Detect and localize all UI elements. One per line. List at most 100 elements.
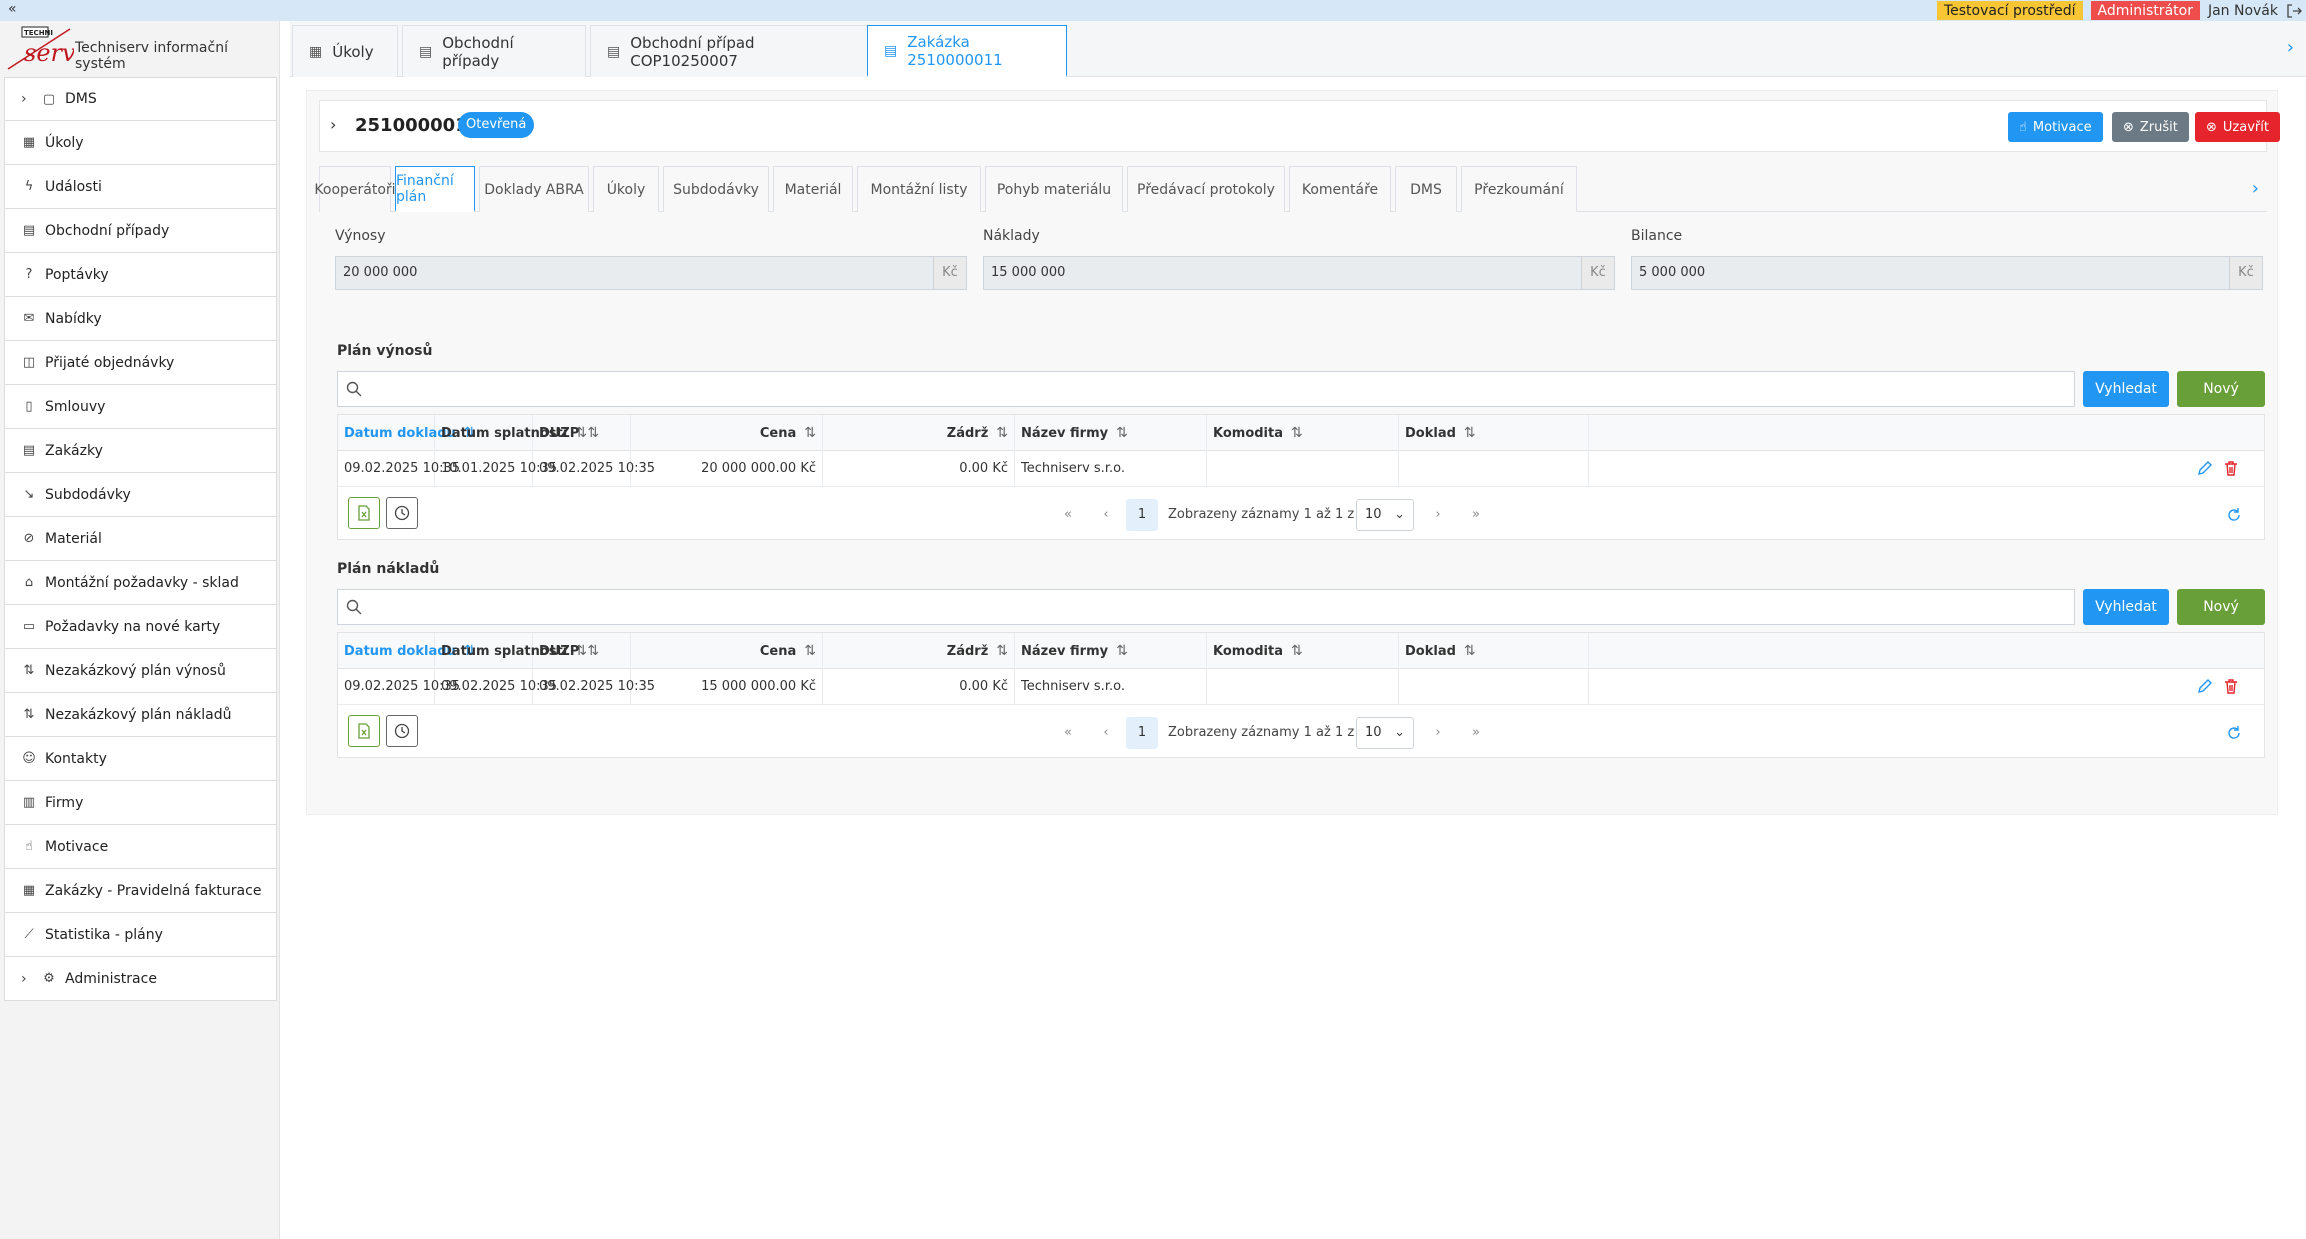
expand-chevron-icon[interactable]: › [330, 115, 336, 134]
refresh-icon[interactable] [2226, 725, 2242, 741]
sidebar-item-pozadavky-karty[interactable]: ▭ Požadavky na nové karty [4, 605, 277, 649]
col-doklad[interactable]: Doklad ⇅ [1399, 633, 1589, 669]
logout-icon[interactable] [2286, 3, 2302, 19]
tab-predavaci-protokoly[interactable]: Předávací protokoly [1127, 166, 1285, 212]
table-row[interactable]: 09.02.2025 10:35 10.01.2025 10:35 09.02.… [338, 451, 2264, 487]
edit-pencil-icon[interactable] [2196, 677, 2214, 695]
edit-pencil-icon[interactable] [2196, 459, 2214, 477]
export-excel-button[interactable] [348, 497, 380, 529]
next-page-icon[interactable]: › [1430, 717, 1446, 749]
sidebar-item-udalosti[interactable]: ϟ Události [4, 165, 277, 209]
sidebar-item-nabidky[interactable]: ✉ Nabídky [4, 297, 277, 341]
col-datum-splatnosti[interactable]: Datum splatnosti ⇅ [435, 633, 587, 669]
col-cena[interactable]: Cena ⇅ [631, 633, 823, 669]
sidebar-item-prijate-objednavky[interactable]: ◫ Přijaté objednávky [4, 341, 277, 385]
col-datum-splatnosti[interactable]: Datum splatnosti ⇅ [435, 415, 587, 451]
first-page-icon[interactable]: « [1058, 717, 1078, 749]
page-number-current[interactable]: 1 [1126, 717, 1158, 749]
tab-komentare[interactable]: Komentáře [1289, 166, 1391, 212]
tab-material[interactable]: Materiál [773, 166, 853, 212]
clipboard-icon: ▤ [22, 443, 36, 458]
page-size-select[interactable]: 10 ⌄ [1356, 717, 1414, 749]
cost-search-button[interactable]: Vyhledat [2083, 589, 2169, 625]
col-duzp[interactable]: DUZP ⇅ [533, 415, 631, 451]
revenue-new-button[interactable]: Nový [2177, 371, 2265, 407]
col-komodita[interactable]: Komodita ⇅ [1207, 633, 1399, 669]
delete-trash-icon[interactable] [2222, 459, 2240, 477]
tab-obchodni-pripady[interactable]: ▤ Obchodní případy [402, 25, 586, 77]
tabs-scroll-right-icon[interactable]: › [2287, 37, 2294, 58]
tab-prezkoumani[interactable]: Přezkoumání [1461, 166, 1577, 212]
col-label: Komodita [1213, 644, 1284, 659]
page-size-select[interactable]: 10 ⌄ [1356, 499, 1414, 531]
tab-financni-plan[interactable]: Finanční plán [395, 166, 475, 212]
tab-dms[interactable]: DMS [1395, 166, 1457, 212]
col-datum-dokladu[interactable]: Datum dokladu ⇅ [338, 633, 476, 669]
sidebar-item-material[interactable]: ⊘ Materiál [4, 517, 277, 561]
history-button[interactable] [386, 497, 418, 529]
role-badge: Administrátor [2090, 1, 2200, 20]
sidebar-item-obchodni-pripady[interactable]: ▤ Obchodní případy [4, 209, 277, 253]
sidebar-item-montazni-pozadavky[interactable]: ⌂ Montážní požadavky - sklad [4, 561, 277, 605]
col-zadrz[interactable]: Zádrž ⇅ [823, 633, 1015, 669]
bilance-input[interactable]: 5 000 000 Kč [1631, 256, 2263, 290]
sidebar-item-poptavky[interactable]: ? Poptávky [4, 253, 277, 297]
tabs-scroll-right-icon[interactable]: › [2252, 178, 2259, 199]
motivace-button[interactable]: ☝ Motivace [2008, 112, 2103, 142]
brand[interactable]: TECHNI serv Techniserv informační systém [0, 21, 280, 75]
sidebar-item-ukoly[interactable]: ▦ Úkoly [4, 121, 277, 165]
tab-kooperatori[interactable]: Kooperátoři [314, 166, 396, 212]
prev-page-icon[interactable]: ‹ [1098, 717, 1114, 749]
tab-zakazka-2510000011[interactable]: ▤ Zakázka 2510000011 [867, 25, 1067, 77]
tab-doklady-abra[interactable]: Doklady ABRA [479, 166, 589, 212]
cost-new-button[interactable]: Nový [2177, 589, 2265, 625]
sidebar-item-zakazky[interactable]: ▤ Zakázky [4, 429, 277, 473]
naklady-input[interactable]: 15 000 000 Kč [983, 256, 1615, 290]
tab-obchodni-pripad-cop10250007[interactable]: ▤ Obchodní případ COP10250007 [590, 25, 873, 77]
tab-montazni-listy[interactable]: Montážní listy [857, 166, 981, 212]
col-zadrz[interactable]: Zádrž ⇅ [823, 415, 1015, 451]
last-page-icon[interactable]: » [1466, 717, 1486, 749]
col-datum-dokladu[interactable]: Datum dokladu ⇅ [338, 415, 476, 451]
col-duzp[interactable]: DUZP ⇅ [533, 633, 631, 669]
refresh-icon[interactable] [2226, 507, 2242, 523]
tab-subdodavky[interactable]: Subdodávky [663, 166, 769, 212]
history-button[interactable] [386, 715, 418, 747]
uzavrit-button[interactable]: ⊗ Uzavřít [2195, 112, 2280, 142]
col-nazev-firmy[interactable]: Název firmy ⇅ [1015, 633, 1207, 669]
prev-page-icon[interactable]: ‹ [1098, 499, 1114, 531]
page-number-current[interactable]: 1 [1126, 499, 1158, 531]
tab-ukoly[interactable]: Úkoly [593, 166, 659, 212]
sidebar-item-pravidelna-fakturace[interactable]: ▦ Zakázky - Pravidelná fakturace [4, 869, 277, 913]
col-doklad[interactable]: Doklad ⇅ [1399, 415, 1589, 451]
next-page-icon[interactable]: › [1430, 499, 1446, 531]
user-name[interactable]: Jan Novák [2208, 3, 2278, 19]
sidebar-item-smlouvy[interactable]: ▯ Smlouvy [4, 385, 277, 429]
revenue-search-button[interactable]: Vyhledat [2083, 371, 2169, 407]
sidebar-item-statistika[interactable]: ⟋ Statistika - plány [4, 913, 277, 957]
table-row[interactable]: 09.02.2025 10:35 09.02.2025 10:35 09.02.… [338, 669, 2264, 705]
zrusit-button[interactable]: ⊗ Zrušit [2112, 112, 2189, 142]
col-nazev-firmy[interactable]: Název firmy ⇅ [1015, 415, 1207, 451]
first-page-icon[interactable]: « [1058, 499, 1078, 531]
collapse-sidebar-icon[interactable]: « [8, 1, 17, 17]
sidebar-item-firmy[interactable]: ▥ Firmy [4, 781, 277, 825]
tab-pohyb-materialu[interactable]: Pohyb materiálu [985, 166, 1123, 212]
sidebar-item-kontakty[interactable]: ☺ Kontakty [4, 737, 277, 781]
vynosy-input[interactable]: 20 000 000 Kč [335, 256, 967, 290]
tab-ukoly[interactable]: ▦ Úkoly [292, 25, 398, 77]
last-page-icon[interactable]: » [1466, 499, 1486, 531]
sidebar-item-plan-vynosu[interactable]: ⇅ Nezakázkový plán výnosů [4, 649, 277, 693]
cell-duzp: 09.02.2025 10:35 [533, 451, 655, 487]
col-cena[interactable]: Cena ⇅ [631, 415, 823, 451]
sidebar-item-motivace[interactable]: ☝ Motivace [4, 825, 277, 869]
sidebar-item-plan-nakladu[interactable]: ⇅ Nezakázkový plán nákladů [4, 693, 277, 737]
sidebar-item-subdodavky[interactable]: ↘ Subdodávky [4, 473, 277, 517]
export-excel-button[interactable] [348, 715, 380, 747]
delete-trash-icon[interactable] [2222, 677, 2240, 695]
sidebar-item-administrace[interactable]: › ⚙ Administrace [4, 957, 277, 1001]
revenue-search-input[interactable] [368, 374, 2068, 404]
col-komodita[interactable]: Komodita ⇅ [1207, 415, 1399, 451]
sidebar-item-dms[interactable]: › ▢ DMS [4, 77, 277, 121]
cost-search-input[interactable] [368, 592, 2068, 622]
